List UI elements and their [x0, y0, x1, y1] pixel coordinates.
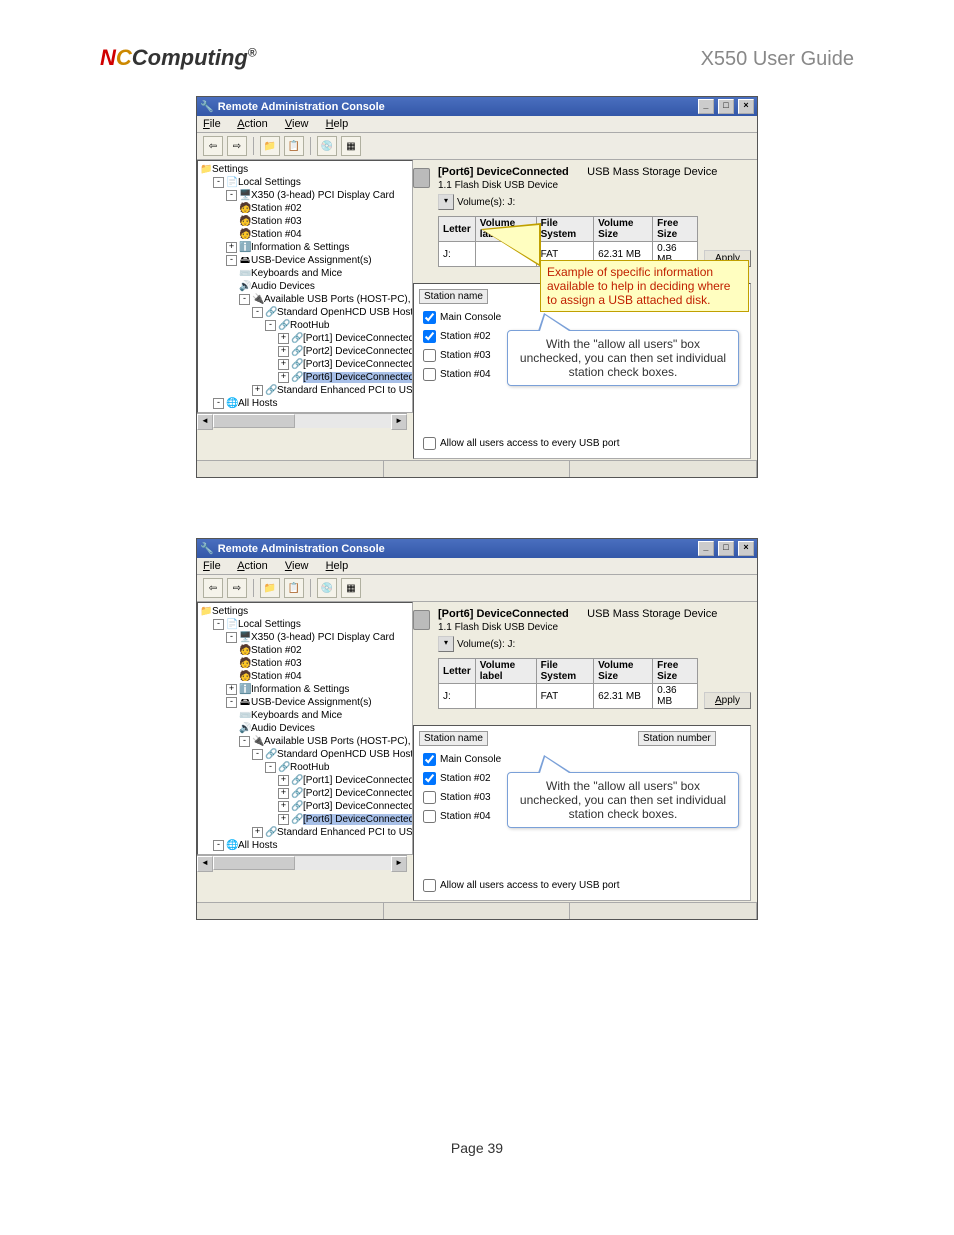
tree-pane[interactable]: 📁Settings -📄Local Settings -🖥️X350 (3-he…	[197, 160, 413, 413]
menubar[interactable]: File Action View Help	[197, 558, 757, 575]
station-checkbox-main[interactable]: Main Console	[419, 750, 745, 769]
titlebar[interactable]: 🔧 Remote Administration Console _ □ ×	[197, 539, 757, 558]
port-type: USB Mass Storage Device	[587, 608, 717, 620]
refresh-button[interactable]: 💿	[317, 136, 337, 156]
back-button[interactable]: ⇦	[203, 136, 223, 156]
allow-all-checkbox[interactable]: Allow all users access to every USB port	[419, 880, 620, 891]
app-icon: 🔧	[200, 100, 214, 113]
volume-dropdown[interactable]: ▾	[438, 194, 454, 210]
volume-dropdown[interactable]: ▾	[438, 636, 454, 652]
detail-pane: [Port6] DeviceConnected USB Mass Storage…	[407, 160, 757, 460]
device-name: 1.1 Flash Disk USB Device	[438, 180, 751, 191]
tree-selected-port6[interactable]: [Port6] DeviceConnected : U	[303, 372, 413, 383]
station-name-header: Station name	[419, 731, 488, 746]
volume-label: Volume(s): J:	[457, 639, 515, 650]
blue-callout-1: With the "allow all users" box unchecked…	[507, 330, 739, 386]
close-button[interactable]: ×	[738, 541, 754, 556]
up-button[interactable]: 📁	[260, 578, 280, 598]
menu-view[interactable]: View	[285, 560, 309, 572]
console-window-2: 🔧 Remote Administration Console _ □ × Fi…	[196, 538, 758, 920]
menu-help[interactable]: Help	[326, 560, 349, 572]
up-button[interactable]: 📁	[260, 136, 280, 156]
refresh-button[interactable]: 💿	[317, 578, 337, 598]
volume-label: Volume(s): J:	[457, 197, 515, 208]
tree-hscroll[interactable]: ◄►	[197, 413, 407, 428]
station-name-header: Station name	[419, 289, 488, 304]
tree-selected-port6[interactable]: [Port6] DeviceConnected : U	[303, 814, 413, 825]
toolbar: ⇦ ⇨ 📁 📋 💿 ▦	[197, 133, 757, 160]
list-button[interactable]: ▦	[341, 136, 361, 156]
tree-pane[interactable]: 📁Settings -📄Local Settings -🖥️X350 (3-he…	[197, 602, 413, 855]
app-icon: 🔧	[200, 542, 214, 555]
station-number-header: Station number	[638, 731, 716, 746]
minimize-button[interactable]: _	[698, 99, 714, 114]
minimize-button[interactable]: _	[698, 541, 714, 556]
port-name: [Port6] DeviceConnected	[438, 166, 569, 178]
console-window-1: 🔧 Remote Administration Console _ □ × Fi…	[196, 96, 758, 478]
drive-icon	[413, 168, 430, 188]
port-type: USB Mass Storage Device	[587, 166, 717, 178]
forward-button[interactable]: ⇨	[227, 578, 247, 598]
menu-file[interactable]: File	[203, 118, 221, 130]
blue-callout-2: With the "allow all users" box unchecked…	[507, 772, 739, 828]
statusbar	[197, 902, 757, 919]
back-button[interactable]: ⇦	[203, 578, 223, 598]
menu-view[interactable]: View	[285, 118, 309, 130]
brand-logo: NCComputing®	[100, 45, 257, 71]
page-number: Page 39	[100, 1140, 854, 1156]
maximize-button[interactable]: □	[718, 99, 734, 114]
toolbar: ⇦ ⇨ 📁 📋 💿 ▦	[197, 575, 757, 602]
device-name: 1.1 Flash Disk USB Device	[438, 622, 751, 633]
menubar[interactable]: File Action View Help	[197, 116, 757, 133]
properties-button[interactable]: 📋	[284, 136, 304, 156]
drive-icon	[413, 610, 430, 630]
menu-action[interactable]: Action	[237, 560, 268, 572]
detail-pane: [Port6] DeviceConnected USB Mass Storage…	[407, 602, 757, 902]
menu-help[interactable]: Help	[326, 118, 349, 130]
window-title: Remote Administration Console	[218, 101, 385, 113]
tree-hscroll[interactable]: ◄►	[197, 855, 407, 870]
properties-button[interactable]: 📋	[284, 578, 304, 598]
menu-file[interactable]: File	[203, 560, 221, 572]
apply-button[interactable]: Apply	[704, 692, 751, 709]
window-title: Remote Administration Console	[218, 543, 385, 555]
guide-title: X550 User Guide	[701, 48, 854, 71]
volume-table: Letter Volume label File System Volume S…	[438, 658, 698, 709]
titlebar[interactable]: 🔧 Remote Administration Console _ □ ×	[197, 97, 757, 116]
port-name: [Port6] DeviceConnected	[438, 608, 569, 620]
statusbar	[197, 460, 757, 477]
allow-all-checkbox[interactable]: Allow all users access to every USB port	[419, 438, 620, 449]
maximize-button[interactable]: □	[718, 541, 734, 556]
close-button[interactable]: ×	[738, 99, 754, 114]
list-button[interactable]: ▦	[341, 578, 361, 598]
forward-button[interactable]: ⇨	[227, 136, 247, 156]
menu-action[interactable]: Action	[237, 118, 268, 130]
yellow-callout: Example of specific information availabl…	[540, 260, 749, 312]
